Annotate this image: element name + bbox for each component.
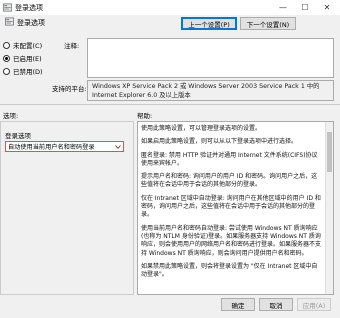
help-paragraph: 仅在 Intranet 区域中自动登录: 询问用户在其他区域中的用户 ID 和密… [141,194,321,219]
cancel-button[interactable]: 取消 [259,298,293,311]
radio-not-configured[interactable]: 未配置(C) [3,40,42,50]
radio-label: 已禁用(D) [13,68,43,76]
close-icon[interactable]: ✕ [316,0,338,15]
radio-label: 已启用(E) [13,55,42,63]
help-paragraph: 如果禁用此策略设置，则会将登录设置为 "仅在 Intranet 区域中自动登录"… [141,262,318,279]
minimize-icon[interactable]: — [272,0,294,15]
chevron-down-icon[interactable] [115,144,121,149]
help-paragraph: 匿名登录: 禁用 HTTP 验证并对通用 Internet 文件系统(CIFS)… [141,151,318,167]
radio-circle-icon[interactable] [3,41,10,49]
radio-enabled[interactable]: 已启用(E) [3,53,42,63]
logon-options-dropdown[interactable]: 自动使用当前用户名和密码登录 [5,141,124,152]
supported-platforms-label: 支持的平台: [52,85,87,93]
dropdown-value: 自动使用当前用户名和密码登录 [8,144,95,151]
options-label: 选项: [3,112,19,120]
window-title: 登录选项 [15,4,43,12]
radio-label: 未配置(C) [13,42,43,50]
divider [0,104,340,105]
policy-settings-icon [3,3,12,12]
scrollbar-thumb[interactable] [327,132,332,172]
radio-circle-icon[interactable] [3,67,10,75]
radio-circle-icon[interactable] [3,54,10,62]
comment-label: 注释: [64,42,80,50]
radio-disabled[interactable]: 已禁用(D) [3,66,43,76]
logon-options-title: 登录选项 [5,132,31,140]
help-text: 使用此策略设置，可以管理登录选项的设置。 如果启用此策略设置，则可以从以下登录选… [138,122,333,279]
ok-button[interactable]: 确定 [221,298,255,311]
setting-title: 登录选项 [17,19,45,27]
policy-settings-icon [5,17,14,26]
help-paragraph: 使用此策略设置，可以管理登录选项的设置。 [141,125,262,132]
help-panel: 使用此策略设置，可以管理登录选项的设置。 如果启用此策略设置，则可以从以下登录选… [137,121,334,295]
maximize-icon[interactable]: ☐ [294,0,316,15]
window-controls: — ☐ ✕ [272,0,338,15]
help-paragraph: 使用当前用户名和密码自动登录: 尝试使用 Windows NT 质询响应(也称为… [141,224,322,257]
comment-textarea[interactable] [87,38,334,78]
previous-setting-button[interactable]: 上一个设置(P) [181,17,237,30]
help-label: 帮助: [137,112,153,120]
supported-platforms-field: Windows XP Service Pack 2 或 Windows Serv… [87,80,334,101]
help-paragraph: 如果启用此策略设置，则可以从以下登录选项中进行选择。 [141,138,298,146]
next-setting-button[interactable]: 下一个设置(N) [240,17,296,30]
help-scrollbar[interactable] [325,122,333,294]
apply-button[interactable]: 应用(A) [297,298,331,311]
help-paragraph: 提示用户名和密码: 询问用户的用户 ID 和密码。询问用户之后，这些值将在会话中… [141,173,318,189]
